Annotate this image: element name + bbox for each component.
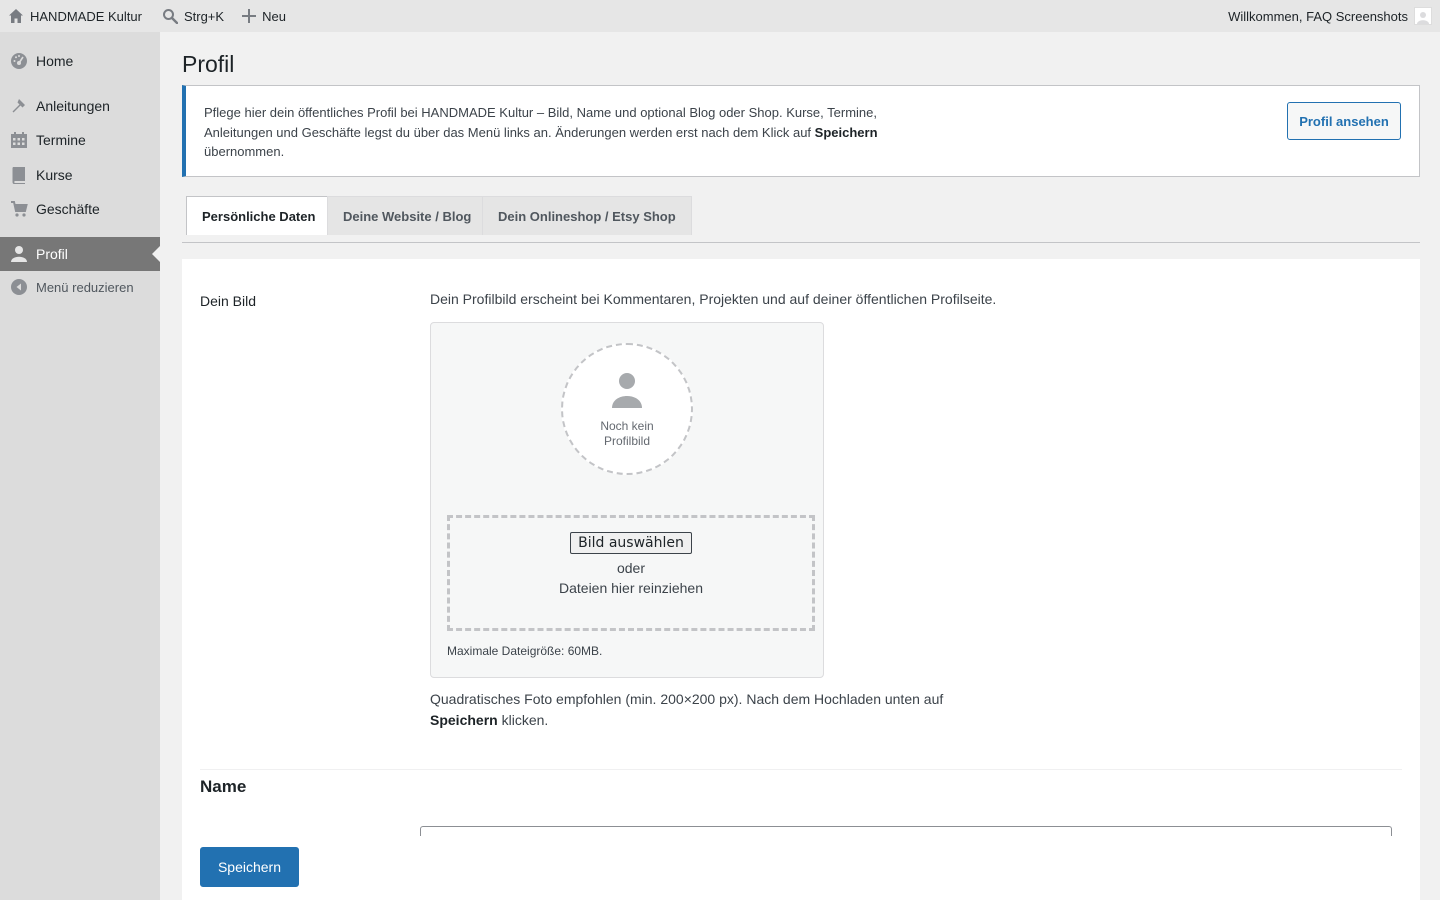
account-menu[interactable]: Willkommen, FAQ Screenshots <box>1220 0 1440 32</box>
sidebar-item-profil[interactable]: Profil <box>0 237 160 271</box>
book-icon <box>10 166 28 184</box>
dropzone-or-text: oder <box>616 560 646 576</box>
info-notice: Pflege hier dein öffentliches Profil bei… <box>182 85 1420 177</box>
picture-field-description: Dein Profilbild erscheint bei Kommentare… <box>430 291 997 307</box>
cart-icon <box>10 200 28 218</box>
notice-text: Pflege hier dein öffentliches Profil bei… <box>204 103 894 162</box>
hint-text-bold: Speichern <box>430 712 498 728</box>
picture-field-label: Dein Bild <box>200 293 257 309</box>
view-profile-button[interactable]: Profil ansehen <box>1287 102 1401 140</box>
hint-text-part: klicken. <box>497 712 549 728</box>
admin-sidebar: Home Anleitungen Termine Kurse Geschäfte… <box>0 32 160 900</box>
search-shortcut[interactable]: Strg+K <box>154 0 232 32</box>
dashboard-icon <box>10 52 28 70</box>
avatar-placeholder: Noch kein Profilbild <box>561 343 693 475</box>
calendar-icon <box>10 131 28 149</box>
hammer-icon <box>10 97 28 115</box>
form-panel: Dein Bild Dein Profilbild erscheint bei … <box>182 259 1420 900</box>
choose-image-button[interactable]: Bild auswählen <box>570 532 692 554</box>
greeting: Willkommen, FAQ Screenshots <box>1228 8 1408 24</box>
tab-onlineshop-etsy[interactable]: Dein Onlineshop / Etsy Shop <box>482 196 692 235</box>
sidebar-item-anleitungen[interactable]: Anleitungen <box>0 89 160 123</box>
site-name-link[interactable]: HANDMADE Kultur <box>0 0 150 32</box>
sidebar-item-geschaefte[interactable]: Geschäfte <box>0 192 160 226</box>
user-icon <box>10 245 28 263</box>
sidebar-item-home[interactable]: Home <box>0 44 160 78</box>
sidebar-item-label: Anleitungen <box>36 98 110 114</box>
plus-icon <box>242 9 257 23</box>
no-picture-text: Noch kein Profilbild <box>600 419 654 448</box>
sidebar-item-termine[interactable]: Termine <box>0 123 160 157</box>
home-icon <box>8 8 24 24</box>
main-content: Profil Pflege hier dein öffentliches Pro… <box>160 32 1440 900</box>
tab-website-blog[interactable]: Deine Website / Blog <box>327 196 488 235</box>
file-dropzone[interactable]: Bild auswählen oder Dateien hier reinzie… <box>447 515 815 631</box>
notice-text-part: Pflege hier dein öffentliches Profil bei… <box>204 105 877 140</box>
search-icon <box>162 8 178 24</box>
notice-text-part: übernommen. <box>204 144 285 159</box>
admin-bar: HANDMADE Kultur Strg+K Neu Willkommen, F… <box>0 0 1440 32</box>
hint-text-part: Quadratisches Foto empfohlen (min. 200×2… <box>430 691 944 707</box>
sidebar-item-label: Kurse <box>36 167 73 183</box>
sticky-save-bar: Speichern <box>182 836 1420 900</box>
image-upload-box: Noch kein Profilbild Bild auswählen oder… <box>430 322 824 678</box>
sidebar-item-label: Home <box>36 53 74 69</box>
sidebar-item-kurse[interactable]: Kurse <box>0 158 160 192</box>
tab-persoenliche-daten[interactable]: Persönliche Daten <box>186 196 332 235</box>
new-label: Neu <box>262 8 286 24</box>
site-name: HANDMADE Kultur <box>30 8 142 24</box>
save-button[interactable]: Speichern <box>200 847 299 887</box>
notice-text-bold: Speichern <box>814 124 878 140</box>
avatar <box>1414 7 1432 25</box>
sidebar-item-label: Profil <box>36 246 68 262</box>
profile-tabs: Persönliche Daten Deine Website / Blog D… <box>182 196 1420 243</box>
dropzone-drag-text: Dateien hier reinziehen <box>559 580 703 596</box>
page-title: Profil <box>182 51 235 77</box>
new-content-link[interactable]: Neu <box>234 0 294 32</box>
max-file-size: Maximale Dateigröße: 60MB. <box>447 644 603 658</box>
name-input-field[interactable] <box>420 826 1392 836</box>
collapse-arrow-icon <box>10 278 28 296</box>
collapse-menu-label: Menü reduzieren <box>36 279 134 295</box>
search-shortcut-label: Strg+K <box>183 8 225 24</box>
collapse-menu-button[interactable]: Menü reduzieren <box>0 270 160 304</box>
sidebar-item-label: Termine <box>36 132 86 148</box>
picture-hint: Quadratisches Foto empfohlen (min. 200×2… <box>430 689 970 731</box>
section-divider <box>200 769 1402 770</box>
name-section-title: Name <box>200 777 247 796</box>
user-silhouette-icon <box>610 345 644 413</box>
sidebar-item-label: Geschäfte <box>36 201 100 217</box>
